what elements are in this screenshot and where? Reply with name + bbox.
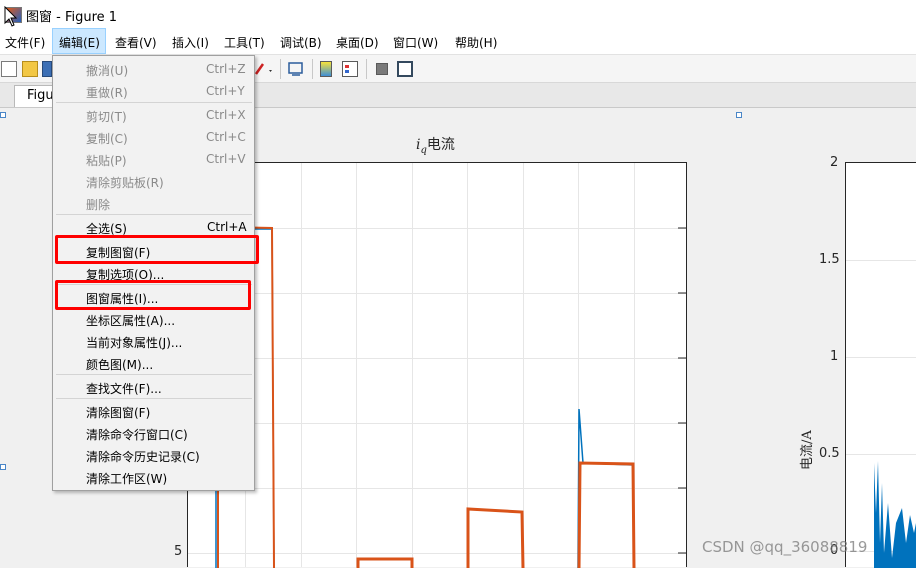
axes2-ytick-label: 1	[830, 349, 839, 364]
menu-clear-workspace[interactable]: 清除工作区(W)	[86, 470, 167, 487]
menu-debug[interactable]: 调试(B)	[280, 34, 322, 51]
highlight-box-figure-properties	[55, 280, 251, 310]
menu-copy[interactable]: 复制(C)	[86, 130, 128, 147]
axes2-ylabel: 电流/A	[800, 430, 815, 470]
menu-separator	[56, 398, 252, 399]
menu-window[interactable]: 窗口(W)	[393, 34, 438, 51]
selection-handle[interactable]	[736, 112, 742, 118]
menu-file[interactable]: 文件(F)	[5, 34, 45, 51]
axes1-title: iq电流	[416, 137, 455, 156]
legend-icon[interactable]	[342, 61, 358, 77]
watermark: CSDN @qq_36088819	[702, 538, 868, 556]
selection-handle[interactable]	[0, 112, 6, 118]
menu-separator	[56, 102, 252, 103]
menu-separator	[56, 374, 252, 375]
hide-plot-tools-icon[interactable]	[376, 63, 388, 75]
mouse-cursor-icon	[4, 6, 18, 27]
title-bar	[0, 0, 916, 28]
menu-insert[interactable]: 插入(I)	[172, 34, 209, 51]
axes2-ytick-label: 1.5	[819, 252, 840, 267]
axes1-ytick-label: 5	[174, 544, 183, 559]
menu-desktop[interactable]: 桌面(D)	[336, 34, 379, 51]
link-plot-icon[interactable]	[287, 60, 305, 78]
axes1-plot-area[interactable]	[187, 162, 687, 568]
show-plot-tools-icon[interactable]	[397, 61, 413, 77]
tab-figure-label: Figu	[27, 88, 54, 103]
selection-handle[interactable]	[0, 464, 6, 470]
menu-clear-command-window[interactable]: 清除命令行窗口(C)	[86, 426, 188, 443]
highlight-box-copy-figure	[55, 235, 259, 264]
menu-cut[interactable]: 剪切(T)	[86, 108, 127, 125]
menu-colormap[interactable]: 颜色图(M)...	[86, 356, 153, 373]
axes2-series	[874, 461, 916, 568]
window-title: 图窗 - Figure 1	[26, 10, 118, 25]
menu-clear-clipboard[interactable]: 清除剪贴板(R)	[86, 174, 164, 191]
menu-undo-shortcut: Ctrl+Z	[206, 62, 246, 76]
menu-redo[interactable]: 重做(R)	[86, 84, 128, 101]
menu-view[interactable]: 查看(V)	[115, 34, 157, 51]
toolbar-separator	[366, 59, 367, 79]
axes2-ytick-label: 2	[830, 155, 839, 170]
menu-axes-properties[interactable]: 坐标区属性(A)...	[86, 312, 175, 329]
toolbar-separator	[312, 59, 313, 79]
menu-tools[interactable]: 工具(T)	[224, 34, 265, 51]
menu-paste-shortcut: Ctrl+V	[206, 152, 246, 166]
menu-clear-command-history[interactable]: 清除命令历史记录(C)	[86, 448, 200, 465]
menu-paste[interactable]: 粘贴(P)	[86, 152, 127, 169]
menu-edit[interactable]: 编辑(E)	[59, 34, 100, 51]
axes2-ytick-label: 0.5	[819, 446, 840, 461]
menu-clear-figure[interactable]: 清除图窗(F)	[86, 404, 150, 421]
menu-cut-shortcut: Ctrl+X	[206, 108, 246, 122]
axes2-plot-area[interactable]	[845, 162, 916, 568]
menu-help[interactable]: 帮助(H)	[455, 34, 497, 51]
menu-redo-shortcut: Ctrl+Y	[206, 84, 245, 98]
menu-find-files[interactable]: 查找文件(F)...	[86, 380, 162, 397]
menu-separator	[56, 214, 252, 215]
colorbar-icon[interactable]	[320, 61, 332, 77]
menu-current-object-properties[interactable]: 当前对象属性(J)...	[86, 334, 182, 351]
menu-copy-shortcut: Ctrl+C	[206, 130, 246, 144]
open-file-icon[interactable]	[22, 61, 38, 77]
toolbar-separator	[280, 59, 281, 79]
menu-delete[interactable]: 删除	[86, 196, 110, 213]
new-figure-icon[interactable]	[1, 61, 17, 77]
menu-select-all-shortcut: Ctrl+A	[207, 220, 247, 234]
menu-undo[interactable]: 撤消(U)	[86, 62, 128, 79]
axes1-series	[215, 225, 686, 568]
save-icon[interactable]	[42, 61, 52, 77]
brush-icon[interactable]	[254, 60, 274, 78]
